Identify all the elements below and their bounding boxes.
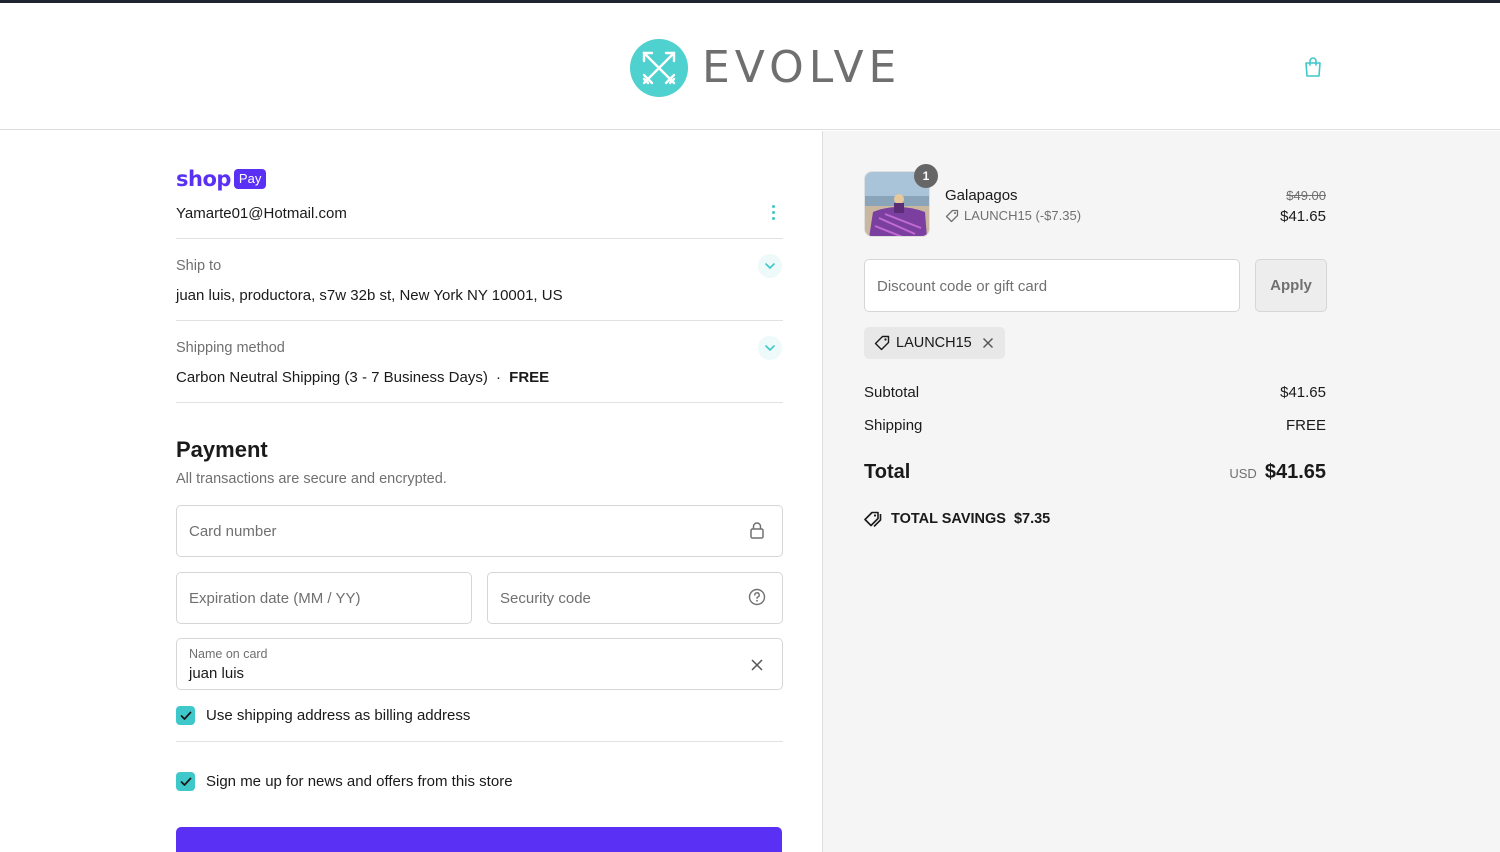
product-discount: LAUNCH15 (-$7.35) <box>945 208 1081 223</box>
checkmark-icon <box>176 706 195 725</box>
divider <box>176 741 783 742</box>
remove-discount-button[interactable] <box>981 336 995 350</box>
help-circle-icon[interactable] <box>747 587 767 607</box>
total-savings: TOTAL SAVINGS $7.35 <box>864 511 1050 527</box>
name-on-card-input[interactable]: Name on card juan luis <box>176 638 783 690</box>
discount-code-placeholder: Discount code or gift card <box>877 278 1048 295</box>
apply-discount-button[interactable]: Apply <box>1255 259 1327 312</box>
cart-button[interactable] <box>1300 53 1326 81</box>
applied-discount-chip: LAUNCH15 <box>864 327 1005 359</box>
total-savings-label: TOTAL SAVINGS <box>891 511 1006 527</box>
payment-title: Payment <box>176 437 268 462</box>
expiration-placeholder: Expiration date (MM / YY) <box>189 590 361 607</box>
pay-now-button[interactable] <box>176 827 782 852</box>
shipping-method-price: FREE <box>509 369 550 386</box>
product-discount-text: LAUNCH15 (-$7.35) <box>964 208 1082 223</box>
subtotal-label: Subtotal <box>864 384 920 401</box>
expiration-date-input[interactable]: Expiration date (MM / YY) <box>176 572 472 624</box>
security-code-placeholder: Security code <box>500 590 591 607</box>
order-summary-panel: 1 Galapagos LAUNCH15 (-$7.35) $49.00 $41… <box>822 131 1500 852</box>
payment-subtitle: All transactions are secure and encrypte… <box>176 471 447 487</box>
checkout-form-panel: shop Pay Yamarte01@Hotmail.com Ship to j… <box>0 131 822 852</box>
ship-to-address: juan luis, productora, s7w 32b st, New Y… <box>176 287 563 304</box>
applied-discount-code: LAUNCH15 <box>896 335 972 351</box>
newsletter-checkbox[interactable]: Sign me up for news and offers from this… <box>176 772 513 791</box>
site-header: EVOLVE <box>0 3 1500 130</box>
divider <box>176 320 783 321</box>
divider <box>176 238 783 239</box>
discounted-price: $41.65 <box>1280 208 1326 225</box>
shipping-label: Shipping <box>864 417 923 434</box>
close-icon <box>982 338 993 348</box>
billing-same-checkbox[interactable]: Use shipping address as billing address <box>176 706 470 725</box>
brand-logo[interactable]: EVOLVE <box>630 39 901 97</box>
account-menu-button[interactable] <box>762 201 784 223</box>
total-currency: USD <box>1229 466 1257 481</box>
total-label: Total <box>864 461 911 483</box>
subtotal-value: $41.65 <box>1280 384 1326 401</box>
discount-code-input[interactable]: Discount code or gift card <box>864 259 1240 312</box>
shipping-method-expand-button[interactable] <box>758 336 782 360</box>
shipping-method-label: Shipping method <box>176 340 285 356</box>
total-savings-value: $7.35 <box>1013 511 1051 527</box>
shop-pay-wordmark: shop <box>176 167 231 191</box>
clear-input-icon[interactable] <box>747 655 767 675</box>
quantity-badge: 1 <box>914 164 938 188</box>
tag-icon <box>945 209 959 222</box>
shipping-value: FREE <box>1285 417 1326 434</box>
divider <box>176 402 783 403</box>
shipping-method-name: Carbon Neutral Shipping (3 - 7 Business … <box>176 369 488 386</box>
ship-to-expand-button[interactable] <box>758 254 782 278</box>
name-on-card-value: juan luis <box>189 665 245 682</box>
shop-pay-logo: shop Pay <box>176 167 267 191</box>
separator-dot: · <box>496 369 501 386</box>
name-on-card-label: Name on card <box>189 647 268 661</box>
chevron-down-icon <box>765 345 775 352</box>
tag-icon <box>874 335 890 351</box>
checkmark-icon <box>176 772 195 791</box>
shop-pay-pill: Pay <box>233 169 267 189</box>
savings-tag-icon <box>864 511 882 527</box>
crossed-arrows-logo-icon <box>630 39 688 97</box>
product-name: Galapagos <box>945 187 1018 204</box>
total-amount: $41.65 <box>1264 461 1326 483</box>
kebab-menu-icon <box>771 204 775 208</box>
brand-name: EVOLVE <box>702 42 902 93</box>
card-number-input[interactable]: Card number <box>176 505 783 557</box>
shipping-method-value: Carbon Neutral Shipping (3 - 7 Business … <box>176 369 549 386</box>
chevron-down-icon <box>765 263 775 270</box>
lock-icon <box>747 520 767 540</box>
total-value: USD $41.65 <box>1229 461 1326 484</box>
ship-to-label: Ship to <box>176 258 222 274</box>
shopping-bag-icon <box>1305 57 1321 77</box>
account-email: Yamarte01@Hotmail.com <box>176 205 347 222</box>
newsletter-label: Sign me up for news and offers from this… <box>206 773 513 790</box>
security-code-input[interactable]: Security code <box>487 572 783 624</box>
original-price: $49.00 <box>1286 188 1326 203</box>
billing-same-label: Use shipping address as billing address <box>206 707 471 724</box>
card-number-placeholder: Card number <box>189 523 277 540</box>
